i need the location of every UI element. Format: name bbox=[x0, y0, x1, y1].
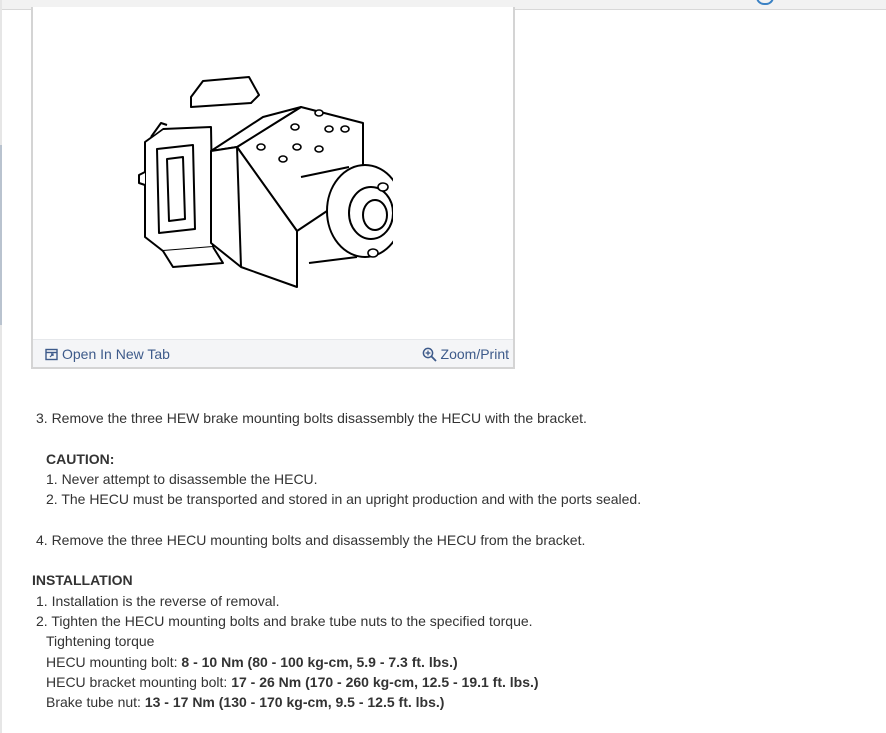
left-edge bbox=[0, 0, 2, 733]
tightening-torque-title: Tightening torque bbox=[46, 633, 155, 650]
torque-row: HECU bracket mounting bolt: 17 - 26 Nm (… bbox=[32, 672, 872, 692]
torque-label: Brake tube nut: bbox=[46, 694, 145, 711]
installation-item-1: 1. Installation is the reverse of remova… bbox=[36, 592, 280, 609]
torque-row: HECU mounting bolt: 8 - 10 Nm (80 - 100 … bbox=[32, 652, 872, 672]
figure-toolbar: Open In New Tab Zoom/Print bbox=[33, 339, 513, 367]
top-bar-accent-icon bbox=[756, 0, 774, 5]
hecu-illustration bbox=[138, 76, 393, 288]
caution-heading: CAUTION: bbox=[46, 450, 115, 467]
caution-item-1: 1. Never attempt to disassemble the HECU… bbox=[46, 470, 318, 487]
open-tab-icon bbox=[45, 348, 58, 361]
open-in-new-tab-button[interactable]: Open In New Tab bbox=[45, 344, 170, 364]
zoom-print-button[interactable]: Zoom/Print bbox=[422, 344, 509, 364]
zoom-print-label: Zoom/Print bbox=[440, 346, 509, 362]
torque-value: 13 - 17 Nm (130 - 170 kg-cm, 9.5 - 12.5 … bbox=[144, 694, 445, 711]
open-in-new-tab-label: Open In New Tab bbox=[62, 346, 170, 362]
step-4-text: 4. Remove the three HECU mounting bolts … bbox=[36, 531, 586, 548]
step-3-text: 3. Remove the three HEW brake mounting b… bbox=[36, 410, 587, 426]
zoom-in-icon bbox=[422, 347, 437, 362]
torque-value: 8 - 10 Nm (80 - 100 kg-cm, 5.9 - 7.3 ft.… bbox=[181, 653, 458, 670]
figure-container: Open In New Tab Zoom/Print bbox=[31, 7, 515, 369]
procedure-text: 3. Remove the three HEW brake mounting b… bbox=[32, 408, 872, 712]
caution-item-2: 2. The HECU must be transported and stor… bbox=[46, 491, 642, 508]
torque-value: 17 - 26 Nm (170 - 260 kg-cm, 12.5 - 19.1… bbox=[231, 673, 539, 690]
torque-label: HECU mounting bolt: bbox=[46, 653, 182, 670]
installation-item-2: 2. Tighten the HECU mounting bolts and b… bbox=[36, 612, 533, 629]
left-edge-scroll-mark bbox=[0, 145, 2, 325]
torque-row: Brake tube nut: 13 - 17 Nm (130 - 170 kg… bbox=[32, 692, 872, 712]
installation-heading: INSTALLATION bbox=[32, 572, 133, 589]
torque-label: HECU bracket mounting bolt: bbox=[46, 673, 232, 690]
